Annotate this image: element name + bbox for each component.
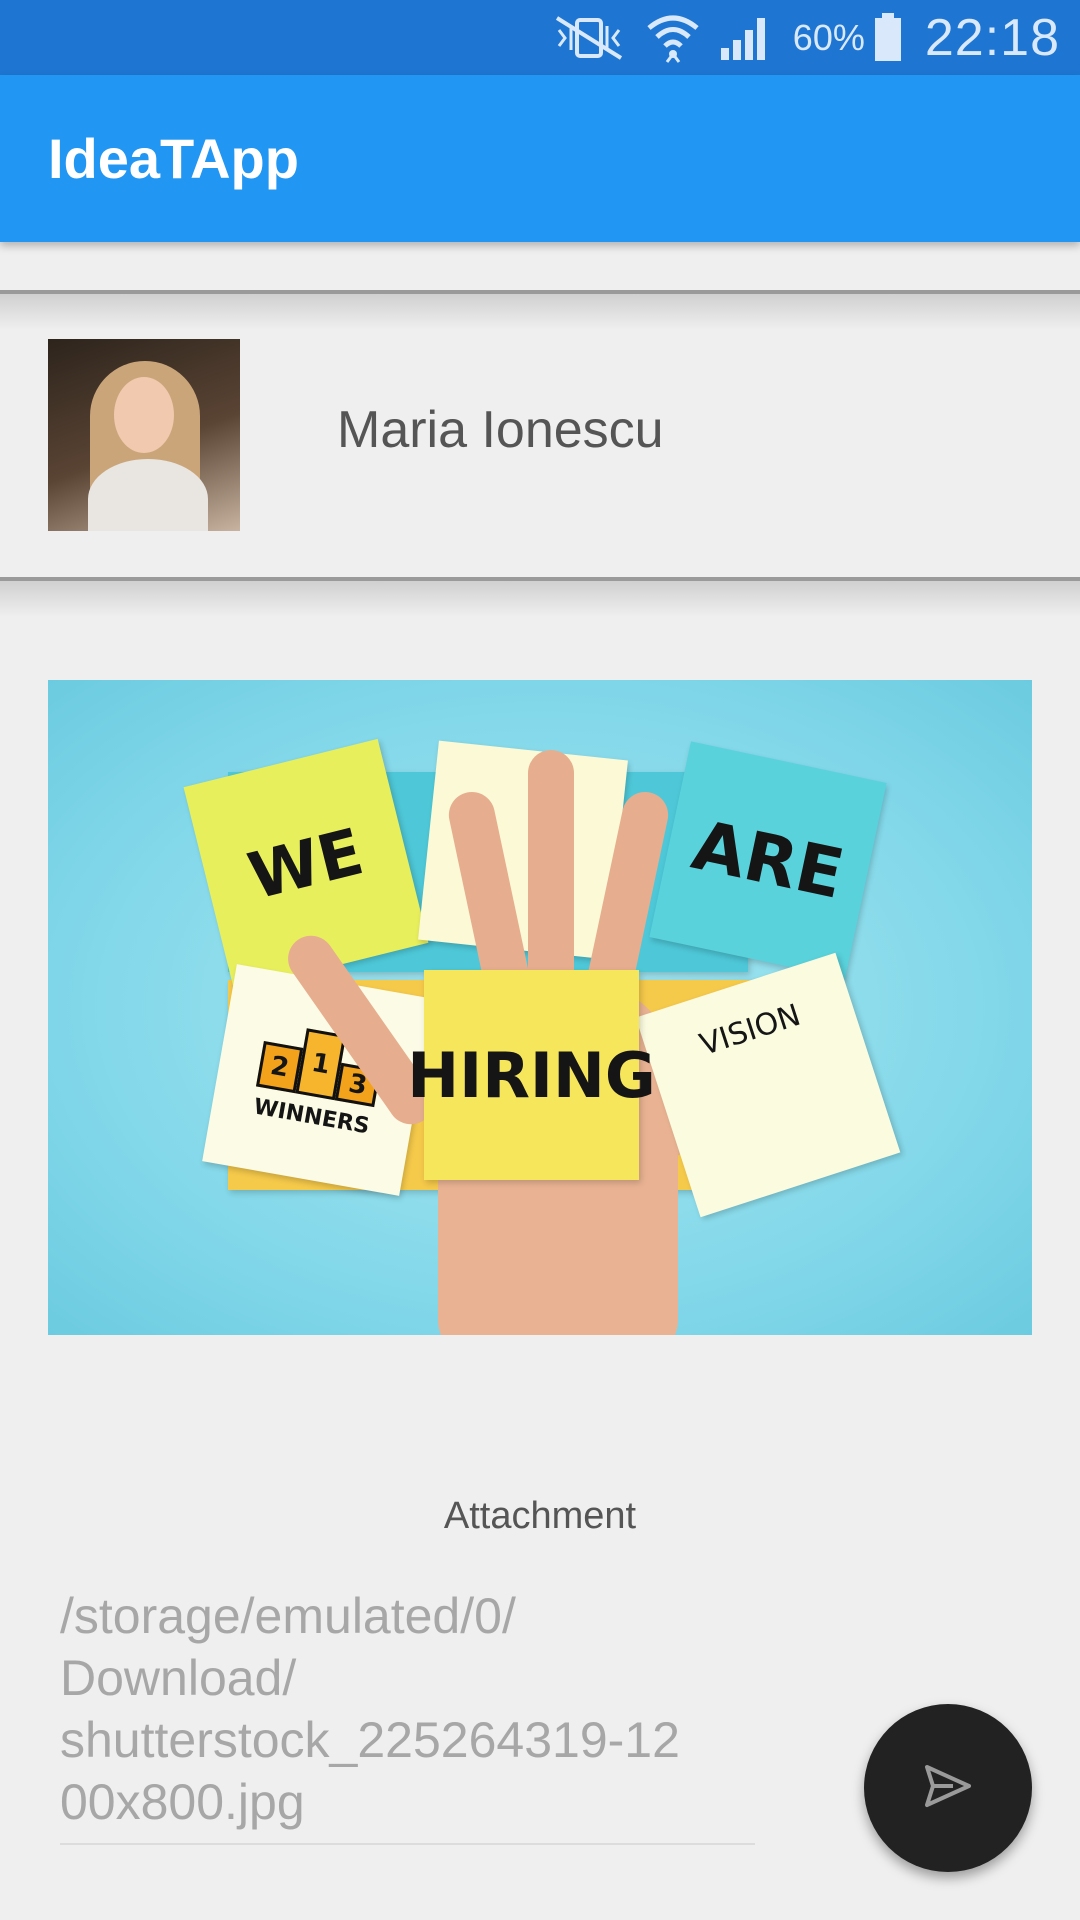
battery-icon — [873, 12, 903, 63]
note-hiring-text: HIRING — [407, 1038, 656, 1112]
attachment-path-text: /storage/emulated/0/ Download/ shutterst… — [60, 1588, 680, 1830]
status-bar: 60% 22:18 — [0, 0, 1080, 75]
note-are-text: ARE — [685, 805, 851, 915]
battery-percent: 60% — [792, 16, 865, 58]
note-hiring: HIRING — [407, 970, 656, 1180]
note-people — [418, 740, 628, 960]
app-title: IdeaTApp — [48, 127, 299, 190]
user-name: Maria Ionescu — [337, 401, 664, 459]
note-we-text: WE — [241, 815, 371, 915]
note-are: ARE — [649, 741, 887, 979]
app-bar: IdeaTApp — [0, 75, 1080, 242]
post-image[interactable]: WE ARE 2 1 3 WINNERS VISION HIRING — [48, 680, 1032, 1335]
signal-icon — [719, 14, 771, 62]
vibrate-mute-icon — [551, 14, 627, 62]
wifi-icon — [645, 12, 701, 64]
profile-row[interactable]: Maria Ionescu — [0, 300, 1080, 570]
attachment-path-field[interactable]: /storage/emulated/0/ Download/ shutterst… — [60, 1585, 755, 1845]
divider-bottom — [0, 577, 1080, 617]
send-button[interactable] — [864, 1704, 1032, 1872]
avatar[interactable] — [48, 339, 240, 531]
finger-2 — [528, 750, 574, 1000]
clock: 22:18 — [924, 8, 1060, 67]
send-icon — [923, 1763, 973, 1814]
note-vision-text: VISION — [695, 997, 805, 1063]
podium-2: 2 — [268, 1050, 292, 1083]
podium-1: 1 — [309, 1047, 333, 1081]
attachment-label: Attachment — [443, 1495, 637, 1537]
